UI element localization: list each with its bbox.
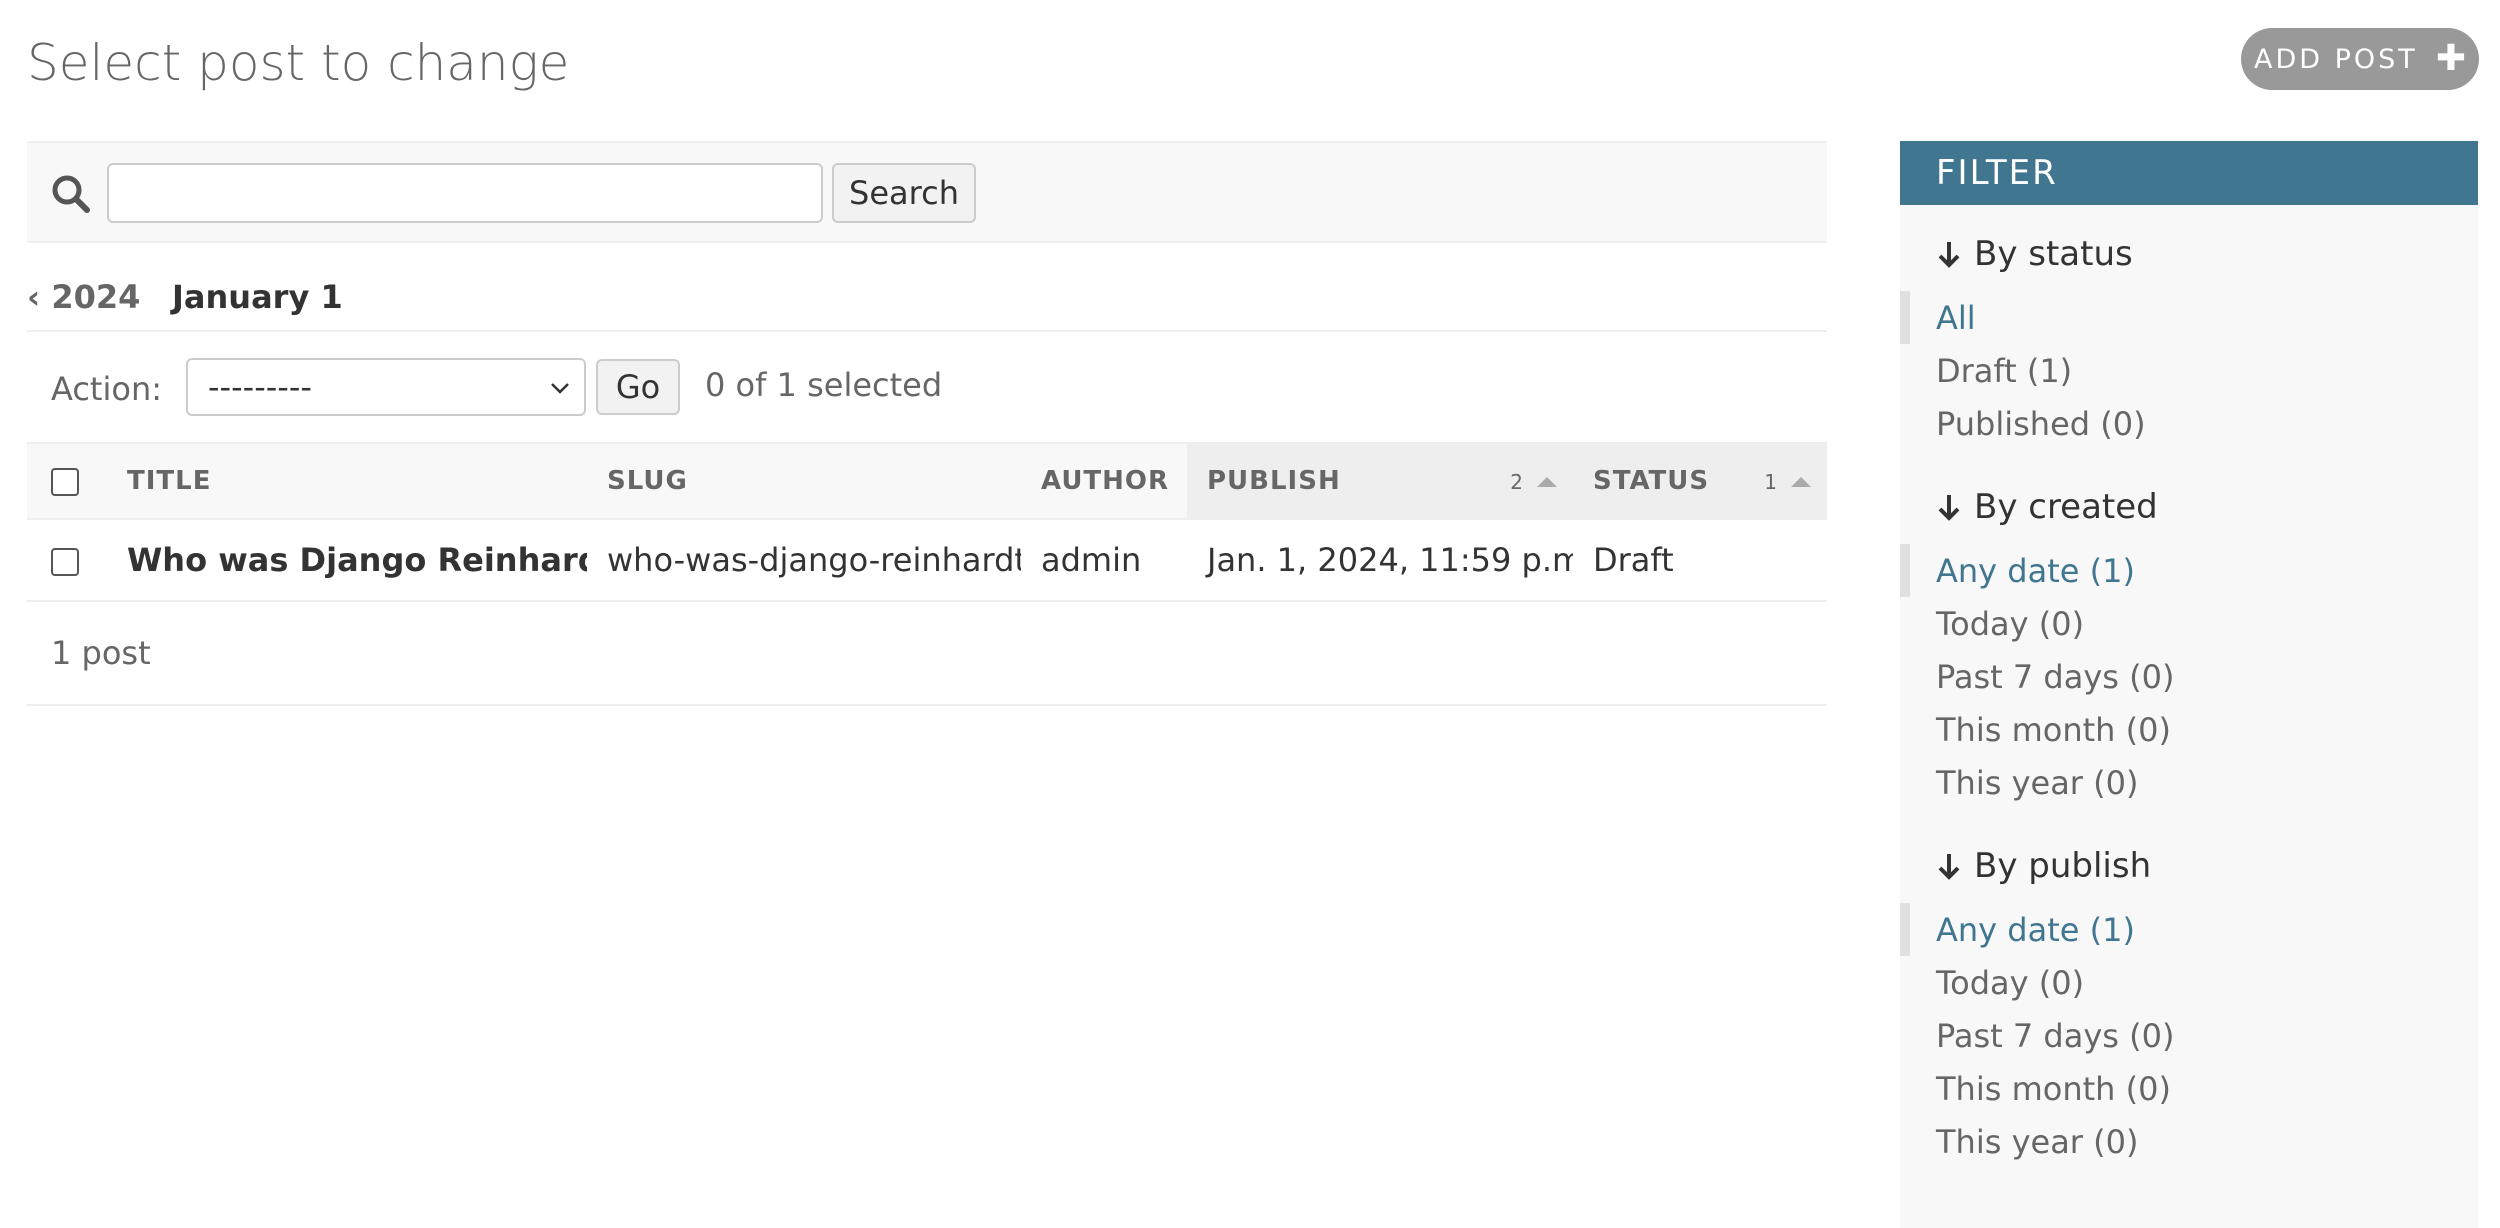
filter-group-status: By status All Draft (1) Published (0) (1900, 223, 2478, 450)
filter-option[interactable]: This year (0) (1900, 1115, 2478, 1168)
sort-indicator: 1 (1764, 470, 1811, 494)
plus-icon: ✚ (2435, 38, 2466, 79)
actions-bar: Action: --------- Go 0 of 1 selected (27, 340, 1827, 440)
filter-group-toggle[interactable]: By status (1900, 223, 2478, 285)
filter-option[interactable]: This month (0) (1900, 703, 2478, 756)
column-header-title[interactable]: TITLE (107, 442, 587, 520)
sort-ascending-icon[interactable] (1791, 477, 1811, 487)
column-title-label: TITLE (127, 466, 212, 496)
date-hierarchy: ‹ 2024 January 1 (27, 278, 1827, 332)
filter-option[interactable]: All (1900, 291, 2478, 344)
search-icon (52, 175, 90, 213)
page-title: Select post to change (27, 34, 570, 92)
sort-priority: 1 (1764, 470, 1777, 494)
filter-option[interactable]: Today (0) (1900, 956, 2478, 1009)
results-table: TITLE SLUG AUTHOR PUBLISH 2 STATUS 1 Who… (27, 442, 1827, 602)
column-status-label: STATUS (1593, 466, 1710, 496)
go-button[interactable]: Go (596, 359, 680, 415)
arrow-down-icon (1938, 495, 1960, 521)
result-count: 1 post (51, 634, 151, 672)
row-select-cell (27, 519, 107, 602)
filter-option[interactable]: Any date (1) (1900, 903, 2478, 956)
select-all-checkbox[interactable] (51, 467, 79, 496)
table-header-row: TITLE SLUG AUTHOR PUBLISH 2 STATUS 1 (27, 442, 1827, 520)
filter-group-title: By publish (1974, 846, 2152, 886)
date-hierarchy-back-link[interactable]: ‹ 2024 (27, 278, 140, 316)
filter-option[interactable]: This year (0) (1900, 756, 2478, 809)
filter-option[interactable]: Today (0) (1900, 597, 2478, 650)
results-table-wrapper: TITLE SLUG AUTHOR PUBLISH 2 STATUS 1 Who… (27, 442, 1827, 602)
selection-counter: 0 of 1 selected (705, 366, 943, 404)
sort-ascending-icon[interactable] (1537, 477, 1557, 487)
filter-option[interactable]: Past 7 days (0) (1900, 1009, 2478, 1062)
filter-group-created: By created Any date (1) Today (0) Past 7… (1900, 476, 2478, 809)
filter-options: Any date (1) Today (0) Past 7 days (0) T… (1900, 544, 2478, 809)
chevron-down-icon (551, 383, 569, 394)
filter-option[interactable]: This month (0) (1900, 1062, 2478, 1115)
column-header-slug[interactable]: SLUG (587, 442, 1021, 520)
post-author: admin (1021, 519, 1187, 602)
filter-group-title: By created (1974, 487, 2158, 527)
select-all-header (27, 442, 107, 520)
add-post-button[interactable]: ADD POST ✚ (2241, 28, 2479, 90)
filter-group-toggle[interactable]: By publish (1900, 835, 2478, 897)
filter-options: All Draft (1) Published (0) (1900, 291, 2478, 450)
column-header-publish[interactable]: PUBLISH 2 (1187, 442, 1573, 520)
search-toolbar: Search (27, 141, 1827, 243)
date-hierarchy-current: January 1 (172, 278, 343, 316)
column-author-label: AUTHOR (1041, 466, 1170, 496)
paginator: 1 post (27, 604, 1827, 706)
filter-option[interactable]: Draft (1) (1900, 344, 2478, 397)
sort-priority: 2 (1510, 470, 1523, 494)
action-label: Action: (51, 370, 162, 408)
arrow-down-icon (1938, 854, 1960, 880)
filter-sidebar: FILTER By status All Draft (1) Published… (1900, 141, 2478, 1228)
filter-header: FILTER (1900, 141, 2478, 205)
search-button[interactable]: Search (832, 163, 976, 223)
post-slug: who-was-django-reinhardt (587, 519, 1021, 602)
action-select-value: --------- (208, 368, 312, 406)
column-slug-label: SLUG (607, 466, 688, 496)
action-select[interactable]: --------- (186, 358, 586, 416)
filter-option[interactable]: Past 7 days (0) (1900, 650, 2478, 703)
filter-group-toggle[interactable]: By created (1900, 476, 2478, 538)
filter-group-title: By status (1974, 234, 2133, 274)
add-post-label: ADD POST (2254, 43, 2418, 75)
column-publish-label: PUBLISH (1207, 466, 1341, 496)
filter-option[interactable]: Any date (1) (1900, 544, 2478, 597)
filter-group-publish: By publish Any date (1) Today (0) Past 7… (1900, 835, 2478, 1168)
table-row: Who was Django Reinhardt? who-was-django… (27, 519, 1827, 602)
filter-option[interactable]: Published (0) (1900, 397, 2478, 450)
post-publish: Jan. 1, 2024, 11:59 p.m. (1187, 519, 1573, 602)
column-header-status[interactable]: STATUS 1 (1573, 442, 1827, 520)
filter-options: Any date (1) Today (0) Past 7 days (0) T… (1900, 903, 2478, 1168)
sort-indicator: 2 (1510, 470, 1557, 494)
arrow-down-icon (1938, 242, 1960, 268)
row-checkbox[interactable] (51, 548, 79, 576)
post-status: Draft (1573, 519, 1827, 602)
column-header-author[interactable]: AUTHOR (1021, 442, 1187, 520)
post-title-link[interactable]: Who was Django Reinhardt? (107, 519, 587, 602)
search-input[interactable] (107, 163, 823, 223)
